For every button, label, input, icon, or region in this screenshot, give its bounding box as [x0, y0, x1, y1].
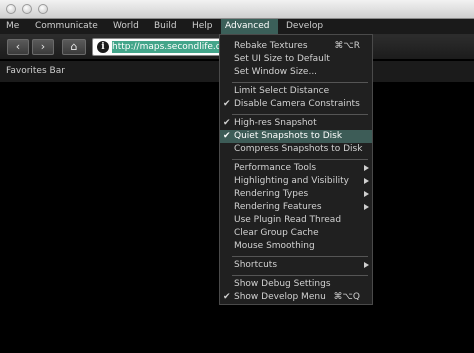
- shortcut-label: ⌘⌥R: [334, 41, 360, 51]
- menu-item-label: Rendering Types: [234, 189, 309, 199]
- menu-item-quiet-snapshots-to-disk[interactable]: ✔ Quiet Snapshots to Disk: [220, 130, 372, 143]
- menu-item-highlighting-and-visibility[interactable]: Highlighting and Visibility: [220, 175, 372, 188]
- menu-item-disable-camera-constraints[interactable]: ✔ Disable Camera Constraints: [220, 98, 372, 111]
- menu-item-label: Compress Snapshots to Disk: [234, 144, 363, 154]
- menu-help[interactable]: Help: [188, 19, 217, 34]
- menu-item-limit-select-distance[interactable]: Limit Select Distance: [220, 85, 372, 98]
- url-text[interactable]: http://maps.secondlife.co: [112, 41, 231, 53]
- menu-me[interactable]: Me: [2, 19, 23, 34]
- home-icon: ⌂: [70, 40, 78, 53]
- menu-item-high-res-snapshot[interactable]: ✔ High-res Snapshot: [220, 117, 372, 130]
- submenu-arrow-icon: [364, 191, 369, 197]
- menu-build[interactable]: Build: [150, 19, 181, 34]
- menu-item-label: Rendering Features: [234, 202, 322, 212]
- menu-separator: [232, 114, 368, 115]
- menu-communicate[interactable]: Communicate: [31, 19, 102, 34]
- forward-button[interactable]: ›: [32, 39, 54, 55]
- menu-separator: [232, 82, 368, 83]
- menu-item-mouse-smoothing[interactable]: Mouse Smoothing: [220, 240, 372, 253]
- menu-item-label: Shortcuts: [234, 260, 278, 270]
- menu-item-rendering-types[interactable]: Rendering Types: [220, 188, 372, 201]
- menu-item-label: Set UI Size to Default: [234, 54, 330, 64]
- checkmark-icon: ✔: [223, 118, 231, 128]
- close-window-button[interactable]: [6, 4, 16, 14]
- menu-separator: [232, 256, 368, 257]
- back-arrow-icon: ‹: [15, 40, 21, 53]
- menu-item-set-ui-size-default[interactable]: Set UI Size to Default: [220, 53, 372, 66]
- menu-item-label: Limit Select Distance: [234, 86, 330, 96]
- menu-item-label: Disable Camera Constraints: [234, 99, 360, 109]
- checkmark-icon: ✔: [223, 292, 231, 302]
- menu-item-label: Show Develop Menu: [234, 292, 326, 302]
- menu-separator: [232, 159, 368, 160]
- submenu-arrow-icon: [364, 178, 369, 184]
- menu-item-label: Rebake Textures: [234, 41, 308, 51]
- menu-item-label: Mouse Smoothing: [234, 241, 315, 251]
- submenu-arrow-icon: [364, 262, 369, 268]
- submenu-arrow-icon: [364, 204, 369, 210]
- menu-item-show-develop-menu[interactable]: ✔ Show Develop Menu ⌘⌥Q: [220, 291, 372, 304]
- menu-separator: [232, 275, 368, 276]
- menu-develop[interactable]: Develop: [282, 19, 327, 34]
- menu-item-label: Set Window Size...: [234, 67, 318, 77]
- menu-item-label: Performance Tools: [234, 163, 317, 173]
- menu-item-label: Use Plugin Read Thread: [234, 215, 342, 225]
- menu-advanced[interactable]: Advanced: [221, 19, 278, 34]
- menu-item-rebake-textures[interactable]: Rebake Textures ⌘⌥R: [220, 40, 372, 53]
- shortcut-label: ⌘⌥Q: [333, 292, 360, 302]
- minimize-window-button[interactable]: [22, 4, 32, 14]
- menu-item-label: Clear Group Cache: [234, 228, 319, 238]
- menu-item-shortcuts[interactable]: Shortcuts: [220, 259, 372, 272]
- back-button[interactable]: ‹: [7, 39, 29, 55]
- menu-item-compress-snapshots-to-disk[interactable]: Compress Snapshots to Disk: [220, 143, 372, 156]
- info-icon[interactable]: i: [97, 41, 109, 53]
- menu-bar: Me Communicate World Build Help Advanced…: [0, 19, 474, 35]
- menu-item-clear-group-cache[interactable]: Clear Group Cache: [220, 227, 372, 240]
- menu-item-rendering-features[interactable]: Rendering Features: [220, 201, 372, 214]
- advanced-menu-dropdown: Rebake Textures ⌘⌥R Set UI Size to Defau…: [219, 34, 373, 305]
- location-field[interactable]: i http://maps.secondlife.co: [92, 38, 232, 56]
- favorites-bar-label: Favorites Bar: [6, 66, 65, 76]
- menu-item-label: Quiet Snapshots to Disk: [234, 131, 343, 141]
- menu-world[interactable]: World: [109, 19, 143, 34]
- menu-item-show-debug-settings[interactable]: Show Debug Settings: [220, 278, 372, 291]
- window-title-bar: [0, 0, 474, 19]
- home-button[interactable]: ⌂: [62, 39, 86, 55]
- menu-item-use-plugin-read-thread[interactable]: Use Plugin Read Thread: [220, 214, 372, 227]
- menu-item-label: Highlighting and Visibility: [234, 176, 349, 186]
- zoom-window-button[interactable]: [38, 4, 48, 14]
- menu-item-set-window-size[interactable]: Set Window Size...: [220, 66, 372, 79]
- menu-item-performance-tools[interactable]: Performance Tools: [220, 162, 372, 175]
- menu-item-label: High-res Snapshot: [234, 118, 317, 128]
- forward-arrow-icon: ›: [40, 40, 46, 53]
- checkmark-icon: ✔: [223, 99, 231, 109]
- submenu-arrow-icon: [364, 165, 369, 171]
- menu-item-label: Show Debug Settings: [234, 279, 331, 289]
- checkmark-icon: ✔: [223, 131, 231, 141]
